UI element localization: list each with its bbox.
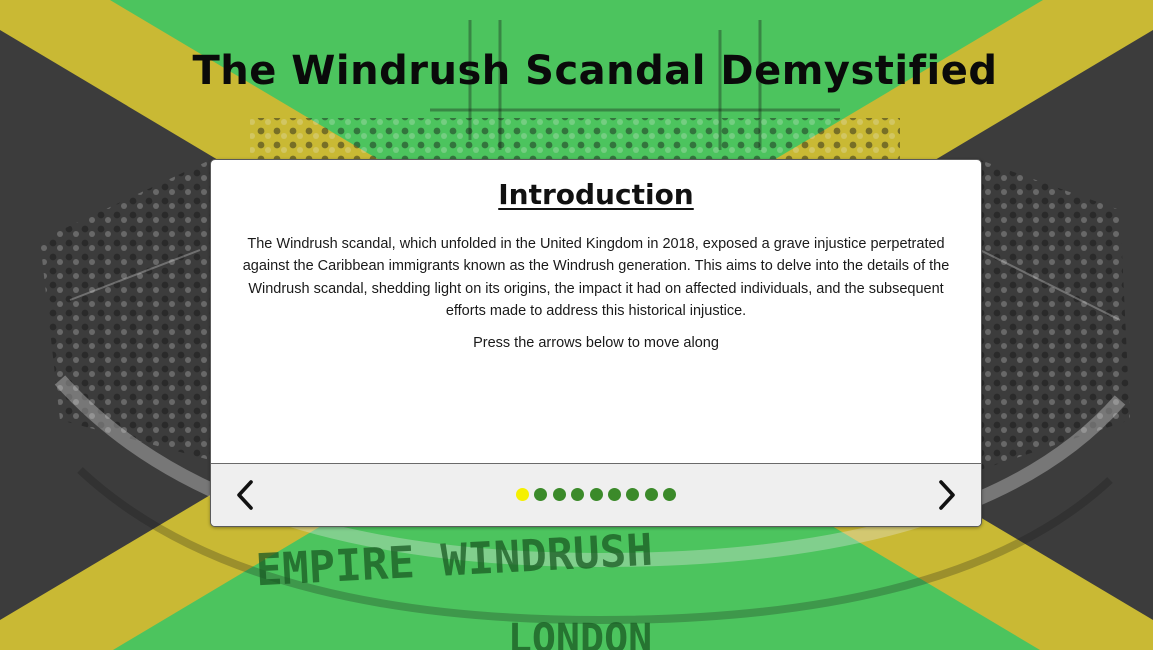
slide-heading: Introduction — [498, 178, 694, 211]
slide-dot[interactable] — [552, 488, 566, 501]
slide-dot[interactable] — [571, 488, 585, 501]
ship-name-text: EMPIRE WINDRUSH — [254, 525, 653, 597]
page-title: The Windrush Scandal Demystified — [192, 48, 998, 94]
ship-port-text: LONDON — [508, 616, 653, 650]
slide-navigation-bar — [211, 463, 981, 526]
slide-dot-active[interactable] — [516, 488, 529, 501]
slide-card: Introduction The Windrush scandal, which… — [210, 159, 982, 527]
slide-hint-text: Press the arrows below to move along — [473, 334, 719, 351]
slide-body-text: The Windrush scandal, which unfolded in … — [242, 236, 950, 320]
slide-dot[interactable] — [663, 488, 676, 501]
slide-indicator-dots — [211, 488, 981, 502]
slide-dot[interactable] — [589, 488, 603, 501]
slide-dot[interactable] — [644, 488, 658, 501]
chevron-right-icon — [939, 480, 955, 510]
slide-dot[interactable] — [534, 488, 548, 501]
page: EMPIRE WINDRUSH LONDON The Windrush Scan… — [0, 0, 1153, 650]
slide-dot[interactable] — [607, 488, 621, 501]
slide-dot[interactable] — [626, 488, 640, 501]
next-slide-button[interactable] — [931, 478, 961, 512]
